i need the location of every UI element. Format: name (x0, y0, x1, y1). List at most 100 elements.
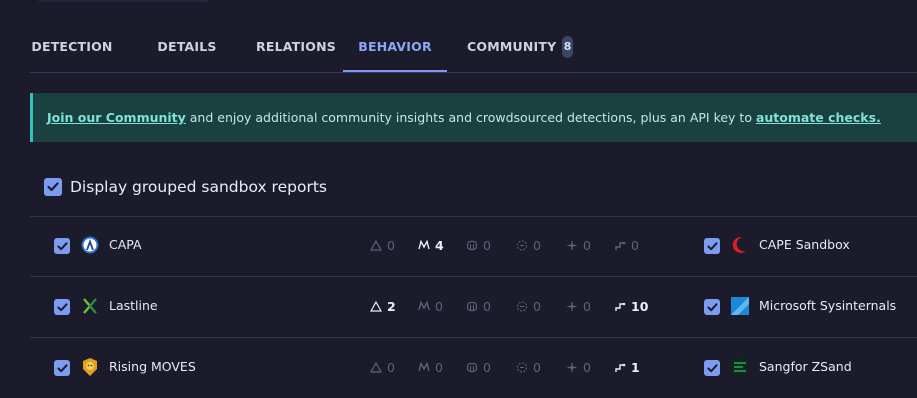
metric-value: 0 (583, 237, 591, 253)
sandbox-name: Sangfor ZSand (759, 359, 852, 374)
join-community-link[interactable]: Join our Community (47, 110, 186, 125)
sigma-icon (516, 239, 528, 251)
grouped-reports-label: Display grouped sandbox reports (70, 178, 327, 196)
sigma-icon (516, 300, 528, 312)
shield-icon (466, 362, 478, 372)
metric-value: 0 (583, 298, 591, 314)
metric-sigma-rules: 0 (516, 298, 541, 314)
check-icon (706, 363, 718, 372)
metric-attack-tactics: 0 (418, 298, 443, 314)
check-icon (47, 182, 59, 192)
sandbox-row: Rising MOVES 0 0 0 0 0 1 Sangfor ZSand (30, 338, 917, 398)
metric-value: 10 (631, 298, 649, 314)
check-icon (56, 241, 68, 250)
metric-high: 2 (370, 298, 396, 314)
tab-relations[interactable]: RELATIONS (248, 22, 344, 71)
check-icon (56, 363, 68, 372)
sandbox-name: CAPA (109, 237, 142, 252)
tab-label: BEHAVIOR (358, 39, 432, 54)
tab-label: COMMUNITY (467, 39, 557, 54)
metric-sigma-rules: 0 (516, 237, 541, 253)
shield-icon (466, 301, 478, 311)
metric-value: 4 (435, 237, 444, 253)
metric-value: 2 (387, 298, 396, 314)
sandbox-row: CAPA 0 4 0 0 0 0 CAPE Sandbox (30, 216, 917, 276)
metric-high: 0 (370, 359, 395, 375)
warning-triangle-icon (370, 239, 382, 251)
metric-value: 0 (387, 237, 395, 253)
sandbox-row: Lastline 2 0 0 0 0 10 Microsoft Sysinter… (30, 277, 917, 337)
metric-attack-tactics: 4 (418, 237, 444, 253)
metric-network: 0 (566, 237, 591, 253)
sandbox-name: Lastline (109, 298, 158, 313)
mitre-attack-icon (418, 301, 430, 311)
sigma-icon (516, 361, 528, 373)
tab-community[interactable]: COMMUNITY 8 (467, 22, 573, 71)
tab-label: DETECTION (31, 39, 113, 54)
mitre-attack-icon (418, 240, 430, 250)
sandbox-checkbox[interactable] (704, 238, 720, 254)
sandbox-checkbox[interactable] (54, 299, 70, 315)
network-icon (567, 362, 577, 372)
metric-value: 0 (583, 359, 591, 375)
metric-processes: 1 (614, 359, 640, 375)
metric-value: 0 (435, 359, 443, 375)
active-tab-indicator (343, 70, 447, 72)
metric-processes: 0 (614, 237, 639, 253)
metric-value: 0 (435, 298, 443, 314)
metric-attack-tactics: 0 (418, 359, 443, 375)
network-icon (567, 301, 577, 311)
sandbox-name: Microsoft Sysinternals (759, 298, 897, 313)
top-bar-edge (38, 0, 208, 2)
metric-value: 0 (631, 237, 639, 253)
community-banner: Join our Community and enjoy additional … (30, 93, 917, 142)
check-icon (706, 241, 718, 250)
process-tree-icon (615, 363, 626, 372)
metric-processes: 10 (614, 298, 648, 314)
sangfor-logo-icon (732, 358, 748, 376)
metric-network: 0 (566, 298, 591, 314)
automate-checks-link[interactable]: automate checks. (756, 110, 881, 125)
metric-network: 0 (566, 359, 591, 375)
sysinternals-logo-icon (731, 297, 749, 315)
lastline-logo-icon (83, 298, 97, 314)
grouped-reports-toggle[interactable]: Display grouped sandbox reports (44, 176, 327, 198)
metric-value: 0 (533, 237, 541, 253)
sandbox-checkbox[interactable] (704, 299, 720, 315)
sandbox-name: CAPE Sandbox (759, 237, 850, 252)
check-icon (706, 302, 718, 311)
tab-detection[interactable]: DETECTION (30, 22, 114, 71)
mitre-attack-icon (418, 362, 430, 372)
metric-value: 0 (533, 298, 541, 314)
warning-triangle-icon (370, 300, 382, 312)
network-icon (567, 240, 577, 250)
check-icon (56, 302, 68, 311)
metric-value: 1 (631, 359, 640, 375)
shield-icon (466, 240, 478, 250)
capa-logo-icon (81, 236, 99, 254)
warning-triangle-icon (370, 361, 382, 373)
tab-label: DETAILS (157, 39, 217, 54)
process-tree-icon (615, 302, 626, 311)
tab-details[interactable]: DETAILS (150, 22, 224, 71)
tab-label: RELATIONS (256, 39, 336, 54)
process-tree-icon (615, 241, 626, 250)
sandbox-checkbox[interactable] (704, 360, 720, 376)
metric-high: 0 (370, 237, 395, 253)
metric-ids-rules: 0 (466, 298, 491, 314)
grouped-reports-checkbox[interactable] (44, 178, 62, 196)
metric-ids-rules: 0 (466, 359, 491, 375)
metric-value: 0 (483, 359, 491, 375)
sandbox-checkbox[interactable] (54, 238, 70, 254)
tab-behavior[interactable]: BEHAVIOR (343, 22, 447, 72)
sandbox-checkbox[interactable] (54, 360, 70, 376)
cape-sandbox-logo-icon (732, 236, 746, 253)
metric-ids-rules: 0 (466, 237, 491, 253)
banner-text: and enjoy additional community insights … (185, 110, 756, 125)
sandbox-name: Rising MOVES (109, 359, 196, 374)
metric-value: 0 (483, 298, 491, 314)
metric-sigma-rules: 0 (516, 359, 541, 375)
tab-bar: DETECTION DETAILS RELATIONS BEHAVIOR COM… (30, 22, 917, 73)
community-count-badge: 8 (562, 35, 573, 58)
metric-value: 0 (533, 359, 541, 375)
